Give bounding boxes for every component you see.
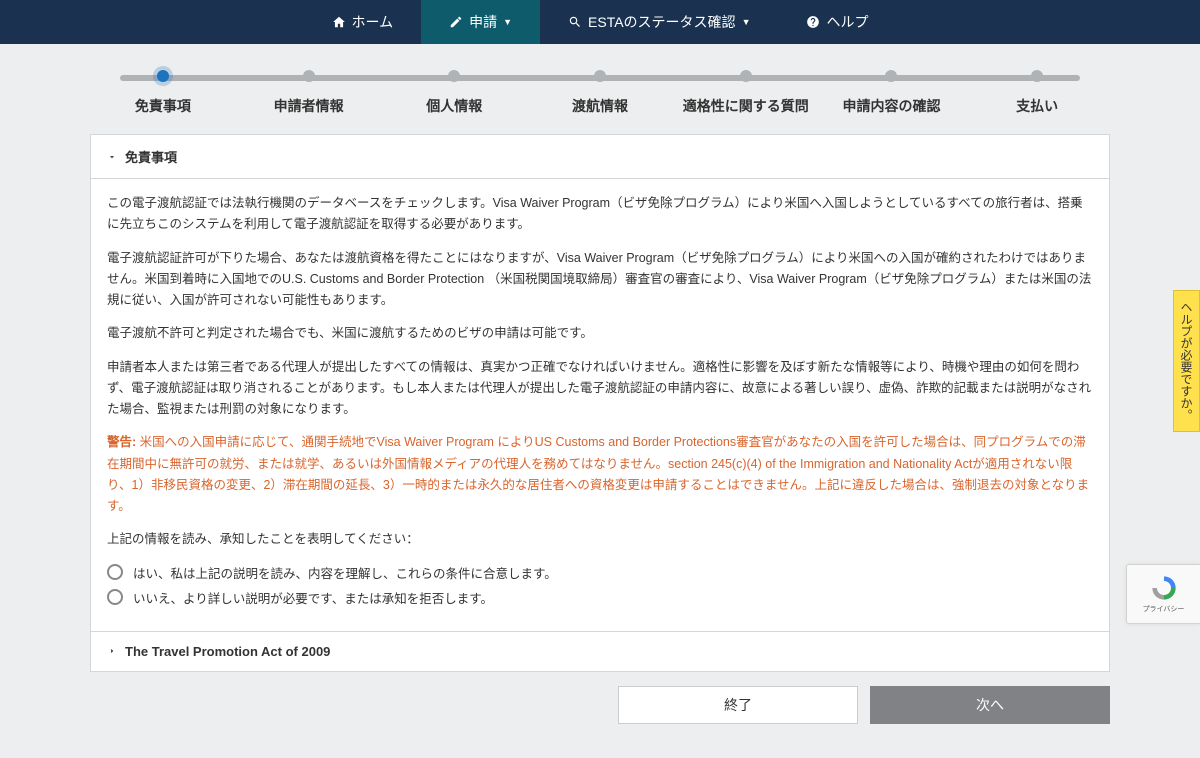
caret-down-icon: ▼ — [503, 17, 512, 27]
nav-help-label: ヘルプ — [826, 12, 868, 32]
button-row: 終了 次へ — [90, 672, 1110, 738]
step-label: 支払い — [1016, 96, 1058, 116]
step-applicant-info[interactable]: 申請者情報 — [236, 70, 382, 116]
nav-home-label: ホーム — [352, 12, 394, 32]
nav-status[interactable]: ESTAのステータス確認 ▼ — [540, 0, 778, 44]
step-travel-info[interactable]: 渡航情報 — [527, 70, 673, 116]
nav-apply-label: 申請 — [469, 12, 497, 32]
recaptcha-text: プライバシー — [1143, 604, 1185, 614]
recaptcha-icon — [1150, 574, 1178, 602]
step-disclaimer[interactable]: 免責事項 — [90, 70, 236, 116]
recaptcha-badge[interactable]: プライバシー — [1126, 564, 1200, 624]
nav-apply[interactable]: 申請 ▼ — [421, 0, 540, 44]
progress-steps: 免責事項 申請者情報 個人情報 渡航情報 適格性に関する質問 申請内容の確認 支… — [0, 44, 1200, 134]
search-icon — [568, 15, 582, 29]
radio-agree[interactable]: はい、私は上記の説明を読み、内容を理解し、これらの条件に合意します。 — [107, 563, 1093, 582]
next-button[interactable]: 次へ — [870, 686, 1110, 724]
help-sidebar-tab[interactable]: ヘルプが必要ですか。 — [1173, 290, 1200, 432]
panel-title: 免責事項 — [125, 147, 177, 166]
radio-agree-label: はい、私は上記の説明を読み、内容を理解し、これらの条件に合意します。 — [133, 563, 557, 582]
question-icon — [806, 15, 820, 29]
help-sidebar-label: ヘルプが必要ですか。 — [1179, 301, 1193, 421]
panel-title: The Travel Promotion Act of 2009 — [125, 644, 330, 659]
nav-home[interactable]: ホーム — [304, 0, 422, 44]
chevron-down-icon — [107, 152, 117, 162]
step-label: 免責事項 — [135, 96, 191, 116]
disclaimer-warning: 警告: 米国への入国申請に応じて、通関手続地でVisa Waiver Progr… — [107, 432, 1093, 517]
chevron-right-icon — [107, 646, 117, 656]
next-button-label: 次へ — [976, 695, 1004, 715]
home-icon — [332, 15, 346, 29]
radio-decline-label: いいえ、より詳しい説明が必要です、または承知を拒否します。 — [133, 588, 493, 607]
disclaimer-p2: 電子渡航認証許可が下りた場合、あなたは渡航資格を得たことにはなりますが、Visa… — [107, 248, 1093, 312]
travel-promotion-panel-header[interactable]: The Travel Promotion Act of 2009 — [91, 631, 1109, 671]
radio-icon — [107, 589, 123, 605]
disclaimer-panel: 免責事項 この電子渡航認証では法執行機関のデータベースをチェックします。Visa… — [90, 134, 1110, 672]
caret-down-icon: ▼ — [742, 17, 751, 27]
disclaimer-body: この電子渡航認証では法執行機関のデータベースをチェックします。Visa Waiv… — [91, 179, 1109, 631]
warning-label: 警告: — [107, 435, 136, 449]
exit-button-label: 終了 — [724, 695, 752, 715]
step-label: 個人情報 — [426, 96, 482, 116]
nav-help[interactable]: ヘルプ — [778, 0, 896, 44]
step-label: 適格性に関する質問 — [683, 96, 809, 116]
disclaimer-p4: 申請者本人または第三者である代理人が提出したすべての情報は、真実かつ正確でなけれ… — [107, 357, 1093, 421]
disclaimer-p1: この電子渡航認証では法執行機関のデータベースをチェックします。Visa Waiv… — [107, 193, 1093, 236]
step-review[interactable]: 申請内容の確認 — [819, 70, 965, 116]
step-label: 申請内容の確認 — [842, 96, 940, 116]
confirm-prompt: 上記の情報を読み、承知したことを表明してください： — [107, 529, 1093, 550]
pencil-icon — [449, 15, 463, 29]
radio-decline[interactable]: いいえ、より詳しい説明が必要です、または承知を拒否します。 — [107, 588, 1093, 607]
exit-button[interactable]: 終了 — [618, 686, 858, 724]
step-eligibility[interactable]: 適格性に関する質問 — [673, 70, 819, 116]
radio-icon — [107, 564, 123, 580]
step-label: 渡航情報 — [572, 96, 628, 116]
step-payment[interactable]: 支払い — [964, 70, 1110, 116]
warning-text: 米国への入国申請に応じて、通関手続地でVisa Waiver Program に… — [107, 435, 1089, 513]
main-content: 免責事項 この電子渡航認証では法執行機関のデータベースをチェックします。Visa… — [90, 134, 1110, 738]
disclaimer-panel-header[interactable]: 免責事項 — [91, 135, 1109, 179]
top-nav: ホーム 申請 ▼ ESTAのステータス確認 ▼ ヘルプ — [0, 0, 1200, 44]
disclaimer-p3: 電子渡航不許可と判定された場合でも、米国に渡航するためのビザの申請は可能です。 — [107, 323, 1093, 344]
step-personal-info[interactable]: 個人情報 — [381, 70, 527, 116]
step-label: 申請者情報 — [274, 96, 344, 116]
nav-status-label: ESTAのステータス確認 — [588, 12, 736, 32]
